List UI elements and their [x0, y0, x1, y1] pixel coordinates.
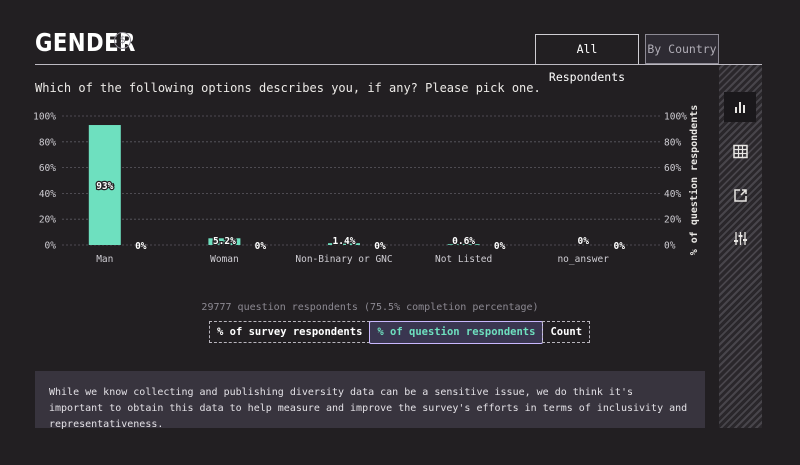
dollar-circle-icon[interactable]: $ [114, 32, 131, 49]
share-button[interactable] [724, 180, 756, 210]
y-tick-label-right: 40% [664, 189, 681, 200]
respondents-count: 29777 question respondents (75.5% comple… [201, 302, 539, 313]
metric-toggle-group: % of survey respondents % of question re… [209, 320, 591, 344]
y-tick-label-left: 100% [33, 112, 56, 123]
diversity-note: While we know collecting and publishing … [35, 371, 705, 430]
data-label: 1.4% [333, 236, 356, 247]
data-label: 93% [96, 181, 113, 192]
y-tick-label-right: 60% [664, 163, 681, 174]
data-label: 0% [577, 236, 589, 247]
toggle-question-respondents[interactable]: % of question respondents [369, 320, 544, 344]
toggle-survey-respondents[interactable]: % of survey respondents [209, 321, 371, 343]
y-tick-label-right: 20% [664, 215, 681, 226]
question-text: Which of the following options describes… [35, 81, 541, 95]
x-tick-label: no_answer [557, 254, 609, 265]
y-tick-label-right: 100% [664, 112, 687, 123]
data-label: 0.6% [452, 236, 475, 247]
y-tick-label-right: 80% [664, 137, 681, 148]
y-tick-label-left: 0% [45, 241, 57, 252]
x-tick-label: Not Listed [435, 254, 492, 265]
bar-chart-icon [735, 102, 745, 113]
table-view-button[interactable] [724, 136, 756, 166]
tab-all-respondents[interactable]: All Respondents [535, 34, 639, 84]
tab-by-country[interactable]: By Country [645, 34, 719, 64]
settings-button[interactable] [724, 223, 756, 253]
x-tick-label: Non-Binary or GNC [295, 254, 392, 265]
data-label-secondary: 0% [613, 241, 625, 252]
x-tick-label: Man [96, 254, 113, 265]
data-label-secondary: 0% [494, 241, 506, 252]
y-tick-label-left: 60% [39, 163, 56, 174]
table-icon [732, 144, 748, 158]
right-axis-label: % of question respondents [688, 105, 700, 255]
y-tick-label-left: 80% [39, 137, 56, 148]
toggle-count[interactable]: Count [542, 321, 591, 343]
y-tick-label-left: 40% [39, 189, 56, 200]
x-tick-label: Woman [210, 254, 239, 265]
data-label: 5.2% [213, 236, 236, 247]
share-icon [733, 188, 747, 202]
y-tick-label-left: 20% [39, 215, 56, 226]
tabs-divider [35, 64, 762, 65]
bar-chart-view-button[interactable] [724, 92, 756, 122]
data-label-secondary: 0% [255, 241, 267, 252]
y-tick-label-right: 0% [664, 241, 676, 252]
sliders-icon [733, 231, 747, 245]
bar-chart: 0% 0% 20% 20% 40% 40% 60% 60% 80% 80% 100% 100% 93%… [33, 105, 700, 265]
data-label-secondary: 0% [135, 241, 147, 252]
data-label-secondary: 0% [374, 241, 386, 252]
